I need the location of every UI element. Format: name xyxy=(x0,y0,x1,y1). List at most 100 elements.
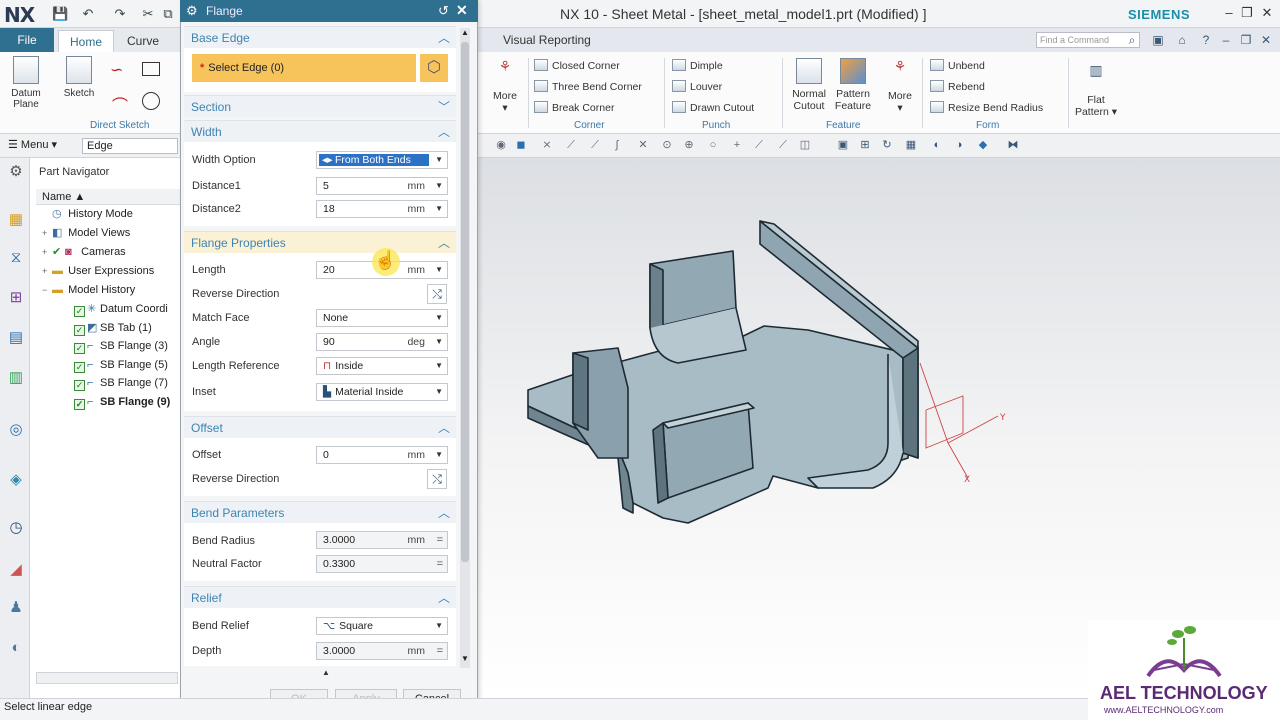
close-icon[interactable]: ✕ xyxy=(1258,4,1276,22)
roles-icon[interactable]: ♟ xyxy=(6,598,26,618)
clock-icon[interactable]: ◷ xyxy=(6,518,26,538)
select-edge-button[interactable]: * Select Edge (0) xyxy=(192,54,416,82)
list-item[interactable]: + ▬ User Expressions xyxy=(42,262,178,281)
scroll-down-icon[interactable]: ▼ xyxy=(461,654,469,663)
part-navigator-icon[interactable]: ⊞ xyxy=(6,288,26,308)
tab-curve[interactable]: Curve xyxy=(118,30,168,52)
expand-icon[interactable]: ﹀ xyxy=(438,98,450,115)
history-palette-icon[interactable]: ◈ xyxy=(6,470,26,490)
collapse-icon[interactable]: ︿ xyxy=(438,234,450,251)
help-icon[interactable]: ? xyxy=(1198,32,1214,48)
scroll-up-icon[interactable]: ▲ xyxy=(461,28,469,37)
pattern-feature-button[interactable]: Pattern Feature xyxy=(830,58,876,112)
section-flange-properties[interactable]: Flange Properties ︿ xyxy=(184,231,456,253)
rebend-button[interactable]: Rebend xyxy=(930,79,985,95)
undo-icon[interactable]: ↶ xyxy=(80,6,96,22)
closed-corner-button[interactable]: Closed Corner xyxy=(534,58,620,74)
list-item[interactable]: + ✔ ◙ Cameras xyxy=(42,243,178,262)
neutral-factor-input[interactable]: 0.3300 = xyxy=(316,555,448,573)
settings-icon[interactable]: ⚙ xyxy=(6,162,26,182)
checkbox-icon[interactable]: ✓ xyxy=(74,325,85,336)
profile-icon[interactable]: ∽ xyxy=(110,60,123,80)
offset-input[interactable]: 0 mm ▼ xyxy=(316,446,448,464)
depth-input[interactable]: 3.0000 mm = xyxy=(316,642,448,660)
chevron-down-icon[interactable]: ▼ xyxy=(435,201,443,217)
navigator-column-header[interactable]: Name ▲ xyxy=(36,189,180,205)
angle-input[interactable]: 90 deg ▼ xyxy=(316,333,448,351)
distance2-input[interactable]: 18 mm ▼ xyxy=(316,200,448,218)
snap-bounded-icon[interactable]: ◫ xyxy=(798,138,812,152)
chevron-up-icon[interactable]: ▲ xyxy=(322,668,330,677)
collapse-icon[interactable]: ︿ xyxy=(438,504,450,521)
restore-icon[interactable]: ❐ xyxy=(1238,4,1256,22)
home-icon[interactable]: ⌂ xyxy=(1174,32,1190,48)
web-browser-icon[interactable]: ◎ xyxy=(6,420,26,440)
tab-home[interactable]: Home xyxy=(58,30,114,52)
collapse-icon[interactable]: ︿ xyxy=(438,419,450,436)
sheet-metal-model[interactable]: Y X xyxy=(478,158,1280,698)
hd3d-tools-icon[interactable]: ▥ xyxy=(6,368,26,388)
snap-point-icon[interactable]: ○ xyxy=(706,138,720,152)
unbend-button[interactable]: Unbend xyxy=(930,58,985,74)
dialog-scrollbar-thumb[interactable] xyxy=(461,42,469,562)
snap-existing-icon[interactable]: + xyxy=(730,138,744,152)
width-option-select[interactable]: ◂▸ From Both Ends ▼ xyxy=(316,151,448,169)
edge-select-icon[interactable]: ⬡ xyxy=(420,54,448,82)
system-scenes-icon[interactable]: ◐ xyxy=(6,638,26,658)
snap-control-icon[interactable]: ∫ xyxy=(610,138,624,152)
assembly-navigator-icon[interactable]: ▦ xyxy=(6,210,26,230)
bend-relief-select[interactable]: ⌥ Square ▼ xyxy=(316,617,448,635)
drawn-cutout-button[interactable]: Drawn Cutout xyxy=(672,100,754,116)
list-item[interactable]: ✓ ⌐ SB Flange (3) xyxy=(74,337,178,356)
graphics-window[interactable]: Y X xyxy=(478,158,1280,698)
navigator-hscrollbar[interactable] xyxy=(36,672,178,684)
list-item[interactable]: ✓ ⌐ SB Flange (5) xyxy=(74,356,178,375)
ribbon-close-icon[interactable]: ✕ xyxy=(1258,32,1274,48)
menu-button[interactable]: ☰ Menu ▾ xyxy=(8,138,57,151)
fit-view-icon[interactable]: ▣ xyxy=(836,138,850,152)
checkbox-icon[interactable]: ✓ xyxy=(74,343,85,354)
ribbon-minimize-icon[interactable]: – xyxy=(1218,32,1234,48)
normal-cutout-button[interactable]: Normal Cutout xyxy=(788,58,830,112)
reset-icon[interactable]: ↺ xyxy=(438,3,449,19)
redo-icon[interactable]: ↷ xyxy=(112,6,128,22)
rectangle-icon[interactable] xyxy=(142,62,160,76)
rotate-icon[interactable]: ↻ xyxy=(880,138,894,152)
ribbon-restore-icon[interactable]: ❐ xyxy=(1238,32,1254,48)
list-item[interactable]: + ◧ Model Views xyxy=(42,224,178,243)
tab-file[interactable]: File xyxy=(0,28,54,52)
list-item[interactable]: ✓ ⌐ SB Flange (9) xyxy=(74,393,178,412)
list-item[interactable]: ✓ ✳ Datum Coordi xyxy=(74,300,178,319)
collapse-icon[interactable]: ︿ xyxy=(438,123,450,140)
distance1-input[interactable]: 5 mm ▼ xyxy=(316,177,448,195)
section-bend-parameters[interactable]: Bend Parameters ︿ xyxy=(184,501,456,523)
list-item[interactable]: ✓ ⌐ SB Flange (7) xyxy=(74,374,178,393)
formula-icon[interactable]: = xyxy=(437,556,443,572)
copy-icon[interactable]: ⧉ xyxy=(160,6,176,22)
shaded-edges-icon[interactable]: ◆ xyxy=(976,138,990,152)
cut-icon[interactable]: ✂ xyxy=(140,6,156,22)
checkbox-icon[interactable]: ✓ xyxy=(74,306,85,317)
dialog-close-icon[interactable]: ✕ xyxy=(456,2,468,19)
flat-pattern-button[interactable]: ▥ Flat Pattern ▾ xyxy=(1072,63,1120,118)
datum-plane-button[interactable]: Datum Plane xyxy=(6,56,46,110)
reverse-direction-icon[interactable]: ⤭ xyxy=(427,284,447,304)
arc-icon[interactable]: ⌒ xyxy=(112,92,128,116)
three-bend-corner-button[interactable]: Three Bend Corner xyxy=(534,79,642,95)
length-reference-select[interactable]: ⊓ Inside ▼ xyxy=(316,357,448,375)
snap-on-face-icon[interactable]: ⟋ xyxy=(776,138,790,152)
break-corner-button[interactable]: Break Corner xyxy=(534,100,614,116)
reuse-library-icon[interactable]: ▤ xyxy=(6,328,26,348)
louver-button[interactable]: Louver xyxy=(672,79,722,95)
section-relief[interactable]: Relief ︿ xyxy=(184,586,456,608)
dialog-settings-icon[interactable]: ⚙ xyxy=(186,3,198,19)
chevron-down-icon[interactable]: ▼ xyxy=(435,447,443,463)
inset-select[interactable]: ▙ Material Inside ▼ xyxy=(316,383,448,401)
save-icon[interactable]: 💾 xyxy=(52,6,68,22)
snap-on-curve-icon[interactable]: ⟋ xyxy=(752,138,766,152)
sketch-button[interactable]: Sketch xyxy=(60,56,98,99)
render-style-icon[interactable]: ◐ xyxy=(930,138,944,152)
snap-icon[interactable]: ⨯ xyxy=(540,138,554,152)
snap-intersection-icon[interactable]: ✕ xyxy=(636,138,650,152)
checkbox-icon[interactable]: ✓ xyxy=(74,380,85,391)
